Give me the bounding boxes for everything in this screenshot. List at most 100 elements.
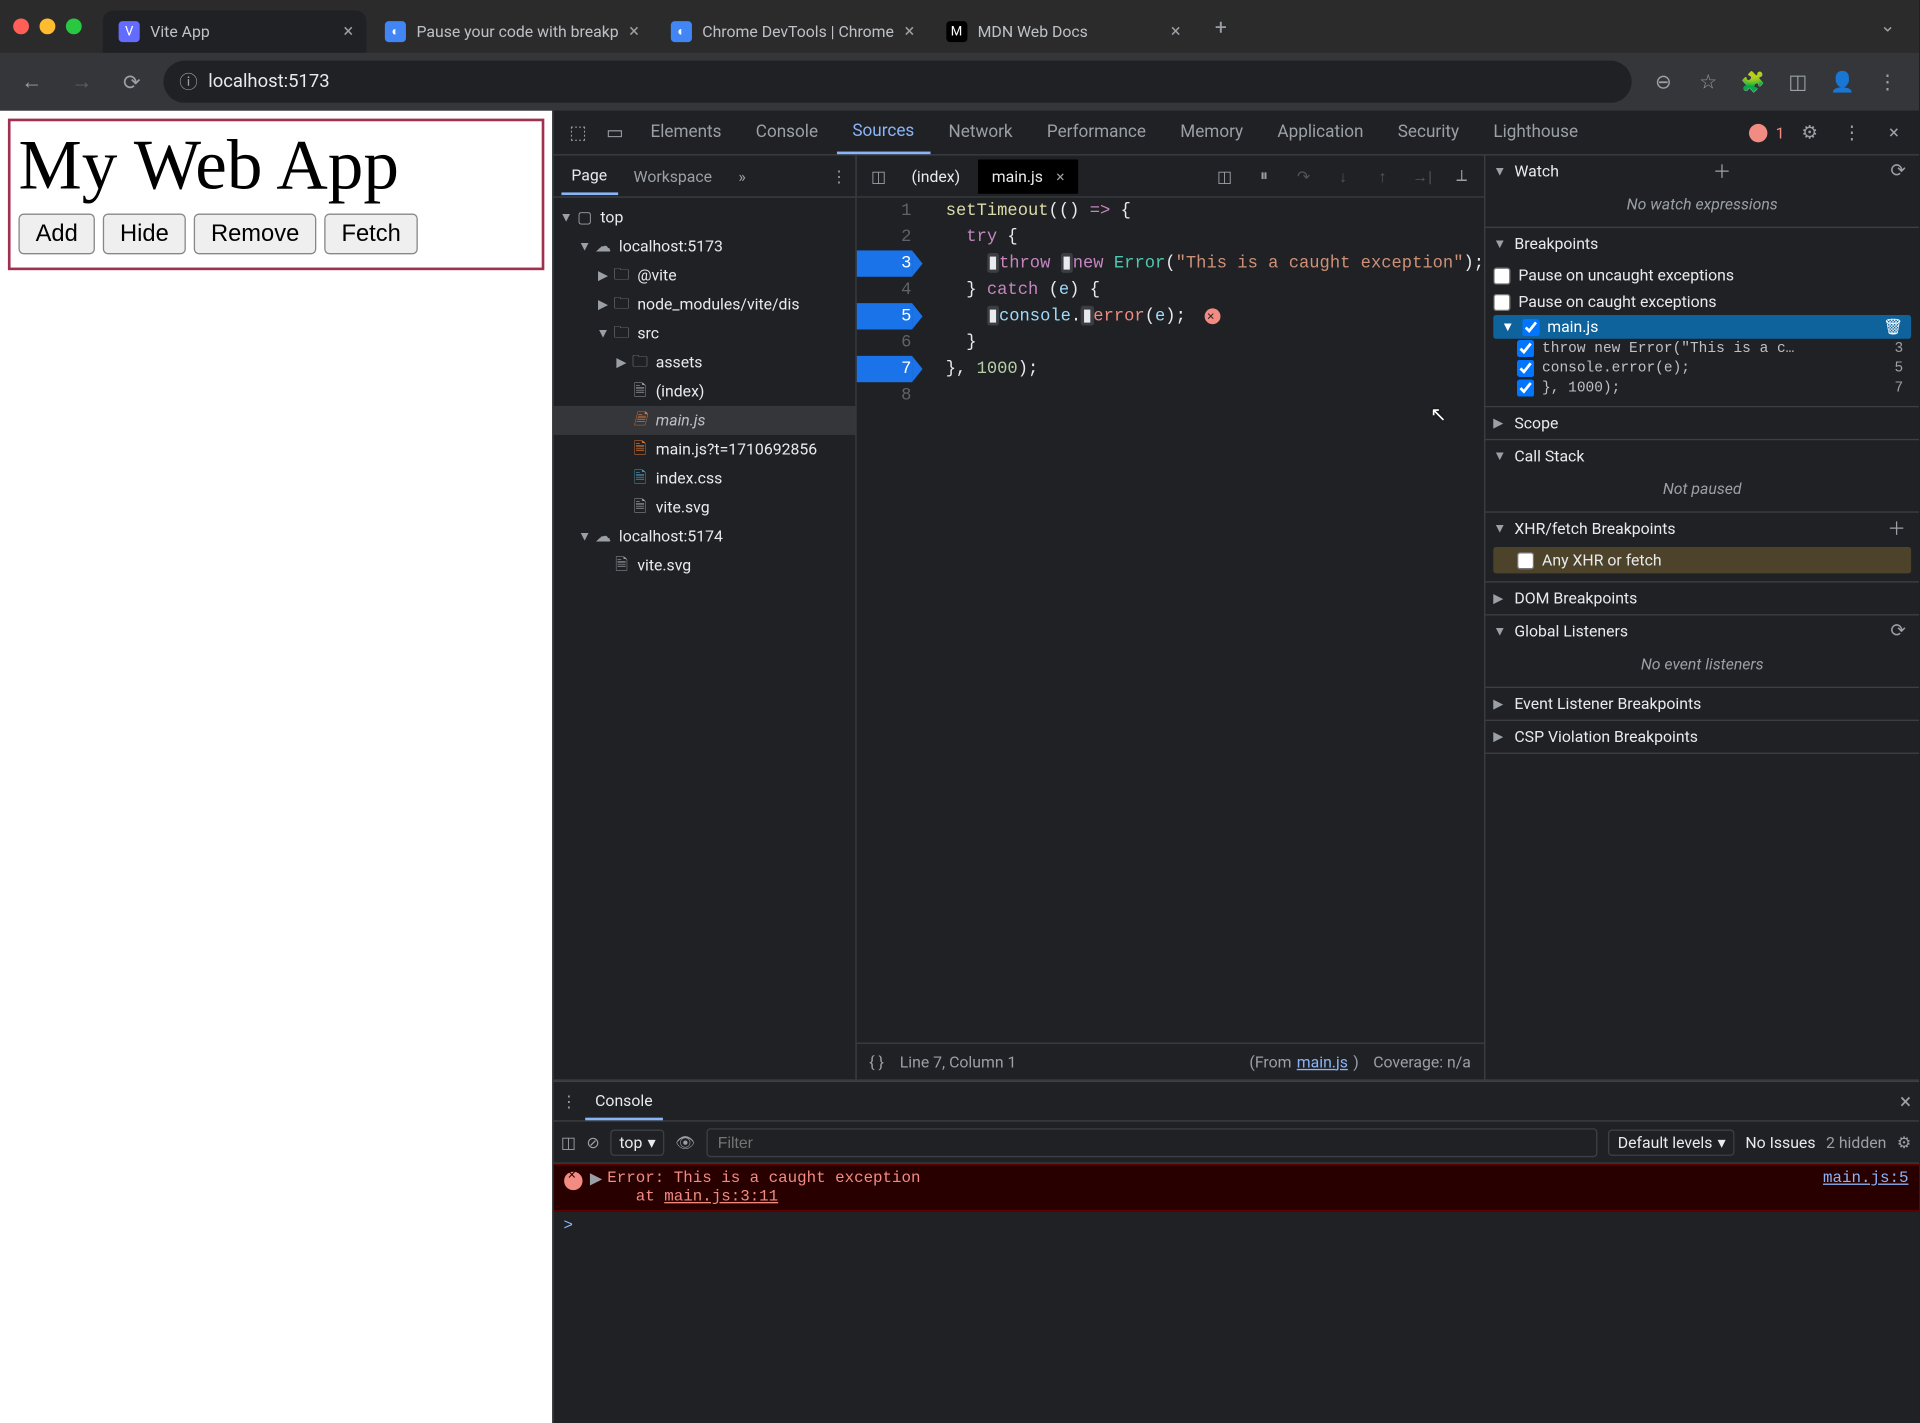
step-into-icon[interactable]: ↓ [1329,161,1358,190]
code-line[interactable] [946,382,1484,408]
live-expression-icon[interactable]: 👁 [675,1133,695,1151]
event-listener-bp-section[interactable]: ▶Event Listener Breakpoints [1485,688,1919,720]
browser-tab[interactable]: ◐ Chrome DevTools | Chrome × [655,11,928,53]
xhr-any-checkbox[interactable]: Any XHR or fetch [1493,547,1911,573]
clear-console-icon[interactable]: ⊘ [586,1133,599,1151]
browser-tab-active[interactable]: V Vite App × [103,11,367,53]
deactivate-breakpoints-icon[interactable]: ⟂ [1447,161,1476,190]
gutter-line[interactable]: 8 [856,382,911,408]
breakpoint-item[interactable]: console.error(e);5 [1493,358,1911,378]
scope-section[interactable]: ▶Scope [1485,407,1919,439]
dombp-section[interactable]: ▶DOM Breakpoints [1485,583,1919,615]
code-line[interactable]: } catch (e) { [946,277,1484,303]
file-tree[interactable]: ▼▢top▼☁localhost:5173▶🗀@vite▶🗀node_modul… [553,198,855,1080]
tree-row[interactable]: ▼☁localhost:5173 [553,232,855,261]
tree-row[interactable]: 🗎vite.svg [553,551,855,580]
expand-tabs-icon[interactable]: ⌄ [1869,11,1906,43]
gear-icon[interactable]: ⚙ [1792,115,1826,149]
editor-tab-mainjs[interactable]: main.js × [979,159,1078,193]
profile-icon[interactable]: 👤 [1824,63,1861,100]
tab-elements[interactable]: Elements [635,112,738,153]
gutter-line[interactable]: 5 [856,303,911,329]
gutter-line[interactable]: 3 [856,250,911,276]
close-icon[interactable]: × [1056,167,1064,185]
tab-lighthouse[interactable]: Lighthouse [1478,112,1594,153]
tab-application[interactable]: Application [1262,112,1380,153]
console-error-row[interactable]: ▶ Error: This is a caught exception at m… [553,1164,1919,1211]
browser-tab[interactable]: ◐ Pause your code with breakp × [369,11,652,53]
toggle-navigator-icon[interactable]: ◫ [864,161,893,190]
zoom-icon[interactable]: ⊖ [1645,63,1682,100]
fetch-button[interactable]: Fetch [324,214,418,255]
sidepanel-icon[interactable]: ◫ [1779,63,1816,100]
close-icon[interactable]: × [1171,21,1181,42]
add-xhr-icon[interactable]: ＋ [1882,515,1911,541]
menu-icon[interactable]: ⋮ [1869,63,1906,100]
tab-network[interactable]: Network [933,112,1029,153]
step-over-icon[interactable]: ↷ [1289,161,1318,190]
error-source-link[interactable]: main.js:5 [1823,1169,1908,1206]
breakpoint-file-checkbox[interactable] [1522,318,1539,335]
console-prompt[interactable]: > [553,1211,1919,1240]
navigator-tab-page[interactable]: Page [561,158,618,195]
forward-icon[interactable]: → [63,63,100,100]
breakpoint-file[interactable]: ▼ main.js 🗑 [1493,315,1911,339]
gutter-line[interactable]: 6 [856,330,911,356]
tab-memory[interactable]: Memory [1164,112,1259,153]
close-icon[interactable]: × [904,21,914,42]
minimize-window-icon[interactable] [40,18,56,34]
editor-tab-index[interactable]: (index) [898,159,973,193]
close-icon[interactable]: × [1877,115,1911,149]
pause-icon[interactable]: ⏸ [1249,161,1278,190]
breakpoint-item[interactable]: }, 1000);7 [1493,378,1911,398]
hide-button[interactable]: Hide [103,214,186,255]
issues-label[interactable]: No Issues [1745,1133,1815,1151]
context-selector[interactable]: top ▾ [610,1129,665,1155]
console-sidebar-icon[interactable]: ◫ [561,1133,576,1151]
code-line[interactable]: try { [946,224,1484,250]
code-line[interactable]: ▮throw ▮new Error("This is a caught exce… [946,250,1484,276]
hidden-count[interactable]: 2 hidden [1826,1133,1886,1151]
callstack-section[interactable]: ▼Call Stack [1485,440,1919,472]
source-from-link[interactable]: main.js [1297,1052,1348,1070]
delete-icon[interactable]: 🗑 [1883,318,1903,336]
breakpoints-section[interactable]: ▼Breakpoints [1485,228,1919,260]
tree-row[interactable]: ▶🗀@vite [553,261,855,290]
bookmark-icon[interactable]: ☆ [1690,63,1727,100]
add-watch-icon[interactable]: ＋ [1708,158,1737,184]
close-window-icon[interactable] [13,18,29,34]
console-filter-input[interactable] [706,1128,1598,1157]
csp-bp-section[interactable]: ▶CSP Violation Breakpoints [1485,721,1919,753]
close-icon[interactable]: × [1900,1089,1911,1114]
gutter-line[interactable]: 7 [856,356,911,382]
inspect-icon[interactable]: ⬚ [561,115,595,149]
close-icon[interactable]: × [629,21,639,42]
reload-icon[interactable]: ⟳ [113,63,150,100]
error-badge-icon[interactable] [1749,123,1767,141]
tab-performance[interactable]: Performance [1031,112,1162,153]
remove-button[interactable]: Remove [194,214,317,255]
step-icon[interactable]: →| [1408,161,1437,190]
extensions-icon[interactable]: 🧩 [1734,63,1771,100]
browser-tab[interactable]: M MDN Web Docs × [930,11,1194,53]
more-icon[interactable]: ⋮ [1835,115,1869,149]
maximize-window-icon[interactable] [66,18,82,34]
braces-icon[interactable]: { } [869,1052,884,1070]
stack-link[interactable]: main.js:3:11 [664,1188,778,1206]
tree-row[interactable]: 🗎main.js [553,406,855,435]
tree-row[interactable]: 🗎(index) [553,377,855,406]
tree-row[interactable]: ▶🗀assets [553,348,855,377]
site-info-icon[interactable]: ⓘ [179,69,197,95]
toggle-debugger-icon[interactable]: ◫ [1210,161,1239,190]
console-settings-icon[interactable]: ⚙ [1897,1133,1911,1151]
code-line[interactable]: setTimeout(() => { [946,198,1484,224]
pause-caught-checkbox[interactable]: Pause on caught exceptions [1493,289,1911,315]
global-listeners-section[interactable]: ▼Global Listeners⟳ [1485,616,1919,648]
device-toggle-icon[interactable]: ▭ [598,115,632,149]
tree-row[interactable]: ▼🗀src [553,319,855,348]
step-out-icon[interactable]: ↑ [1368,161,1397,190]
tree-row[interactable]: 🗎vite.svg [553,493,855,522]
close-icon[interactable]: × [343,21,353,42]
tree-row[interactable]: ▼☁localhost:5174 [553,522,855,551]
add-button[interactable]: Add [18,214,94,255]
